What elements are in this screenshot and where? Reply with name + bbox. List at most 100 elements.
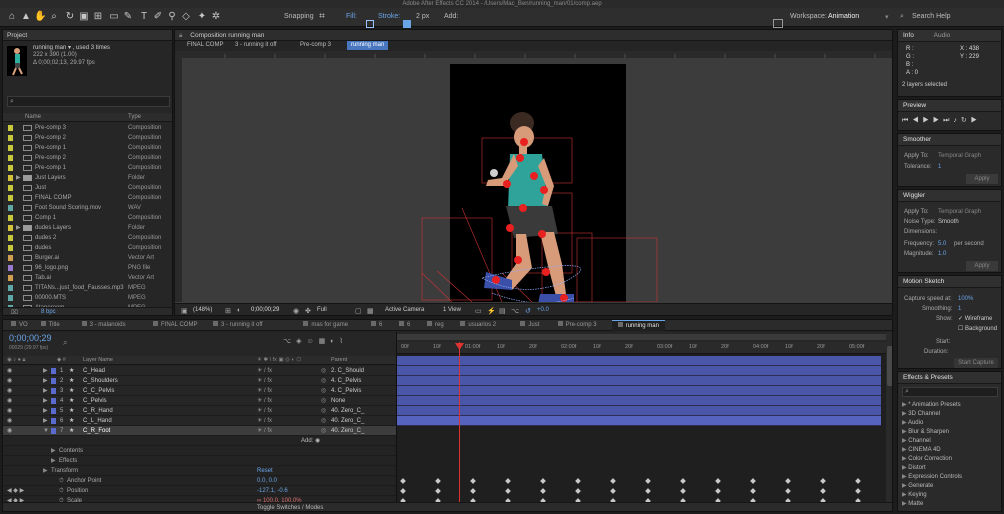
expand-triangle-icon[interactable]: ▶ bbox=[43, 396, 48, 406]
workspace-icon[interactable] bbox=[773, 19, 783, 28]
pickwhip-icon[interactable]: ◎ bbox=[321, 426, 326, 436]
keyframe-marker[interactable] bbox=[820, 488, 826, 494]
fill-label[interactable]: Fill: bbox=[346, 13, 357, 20]
expand-triangle-icon[interactable]: ▶ bbox=[51, 446, 56, 456]
transparency-grid-icon[interactable]: ▦ bbox=[367, 307, 374, 315]
current-time[interactable]: 0;00;00;29 bbox=[9, 333, 52, 343]
label-color-swatch[interactable] bbox=[8, 195, 13, 201]
layer-switches-icon[interactable]: ☀ / fx bbox=[257, 406, 272, 416]
keyframe-marker[interactable] bbox=[470, 478, 476, 484]
timeline-scrollbar[interactable] bbox=[886, 332, 892, 502]
keyframe-marker[interactable] bbox=[855, 488, 861, 494]
puppet-tool-icon[interactable]: ✲ bbox=[210, 11, 222, 23]
add-label[interactable]: Add: bbox=[444, 13, 458, 20]
search-help-input[interactable]: Search Help bbox=[912, 13, 951, 20]
pickwhip-icon[interactable]: ◎ bbox=[321, 396, 326, 406]
expand-triangle-icon[interactable]: ▶ bbox=[902, 447, 907, 453]
project-item[interactable]: Pre-comp 1 Composition bbox=[3, 143, 172, 153]
ram-preview-icon[interactable]: ▶ bbox=[971, 117, 981, 124]
keyframe-marker[interactable] bbox=[785, 488, 791, 494]
visibility-eye-icon[interactable]: ◉ bbox=[7, 376, 12, 386]
effects-title[interactable]: Effects & Presets bbox=[898, 372, 1001, 384]
layer-row[interactable]: ◉ ▶ 1 ★ C_Head ☀ / fx ◎ 2. C_Should bbox=[3, 366, 396, 376]
trash-icon[interactable]: ⌧ bbox=[11, 309, 18, 315]
project-item[interactable]: Pre-comp 3 Composition bbox=[3, 123, 172, 133]
keyframe-nav-icon[interactable]: ◀ ◆ ▶ bbox=[7, 486, 24, 496]
snapping-icon[interactable]: ⌗ bbox=[316, 11, 328, 23]
column-name[interactable]: Name bbox=[25, 114, 41, 120]
breadcrumb-item-active[interactable]: running man bbox=[347, 41, 389, 50]
folder-expand-icon[interactable]: ▶ bbox=[16, 223, 21, 233]
parent-dropdown[interactable]: 40. Zero_C_ bbox=[331, 406, 364, 416]
keyframe-marker[interactable] bbox=[575, 478, 581, 484]
keyframe-marker[interactable] bbox=[750, 478, 756, 484]
label-color-swatch[interactable] bbox=[51, 388, 56, 394]
layer-name[interactable]: C_Head bbox=[83, 366, 105, 376]
layer-duration-bar[interactable] bbox=[397, 386, 881, 396]
expand-triangle-icon[interactable]: ▶ bbox=[902, 465, 907, 471]
layer-switches-icon[interactable]: ☀ / fx bbox=[257, 376, 272, 386]
layer-row[interactable]: ◉ ▶ 3 ★ C_C_Pelvis ☀ / fx ◎ 4. C_Pelvis bbox=[3, 386, 396, 396]
folder-expand-icon[interactable]: ▶ bbox=[16, 173, 21, 183]
project-item[interactable]: Comp 1 Composition bbox=[3, 213, 172, 223]
pickwhip-icon[interactable]: ◎ bbox=[321, 406, 326, 416]
project-item[interactable]: Pre-comp 2 Composition bbox=[3, 153, 172, 163]
wiggler-title[interactable]: Wiggler bbox=[898, 190, 1001, 202]
layer-row[interactable]: ◉ ▶ 2 ★ C_Shoulders ☀ / fx ◎ 4. C_Pelvis bbox=[3, 376, 396, 386]
property-value[interactable]: 0.0, 0.0 bbox=[257, 476, 277, 486]
wiggler-frequency-value[interactable]: 5.0 bbox=[938, 239, 946, 249]
label-color-swatch[interactable] bbox=[8, 155, 13, 161]
layer-name[interactable]: C_R_Foot bbox=[83, 426, 110, 436]
zoom-tool-icon[interactable]: ⌕ bbox=[48, 11, 60, 23]
grid-icon[interactable]: ⊞ bbox=[225, 307, 231, 315]
keyframe-marker[interactable] bbox=[610, 478, 616, 484]
first-frame-icon[interactable]: ⏮ bbox=[902, 117, 912, 124]
breadcrumb-item[interactable]: 3 - running it off bbox=[235, 42, 277, 48]
stroke-width[interactable]: 2 px bbox=[416, 13, 429, 20]
timeline-tab[interactable]: usuarios 2 bbox=[454, 320, 502, 331]
rectangle-tool-icon[interactable]: ▭ bbox=[108, 11, 120, 23]
layer-row[interactable]: ◉ ▶ 6 ★ C_L_Hand ☀ / fx ◎ 40. Zero_C_ bbox=[3, 416, 396, 426]
label-color-swatch[interactable] bbox=[8, 165, 13, 171]
property-row[interactable]: ▶ Transform Reset bbox=[3, 466, 396, 476]
keyframe-marker[interactable] bbox=[645, 478, 651, 484]
timeline-tab[interactable]: Title bbox=[35, 320, 66, 331]
expand-triangle-icon[interactable]: ▶ bbox=[43, 376, 48, 386]
property-value[interactable]: -127.1, -0.6 bbox=[257, 486, 288, 496]
label-color-swatch[interactable] bbox=[51, 398, 56, 404]
label-color-swatch[interactable] bbox=[8, 255, 13, 261]
breadcrumb-item[interactable]: Pre-comp 3 bbox=[300, 42, 331, 48]
layer-name[interactable]: C_C_Pelvis bbox=[83, 386, 114, 396]
layer-switches-icon[interactable]: ☀ / fx bbox=[257, 386, 272, 396]
project-item[interactable]: 96_logo.png PNG file bbox=[3, 263, 172, 273]
draft-3d-icon[interactable]: ◈ bbox=[296, 338, 306, 345]
graph-editor-icon[interactable]: ⌇ bbox=[339, 338, 347, 345]
timeline-icon[interactable]: ▤ bbox=[499, 307, 506, 315]
bpc-label[interactable]: 8 bpc bbox=[41, 309, 56, 315]
layer-row[interactable]: ◉ ▶ 4 ★ C_Pelvis ☀ / fx ◎ None bbox=[3, 396, 396, 406]
label-color-swatch[interactable] bbox=[8, 205, 13, 211]
smoothing-value[interactable]: 1 bbox=[958, 304, 961, 314]
audio-icon[interactable]: ♪ bbox=[953, 117, 961, 124]
add-label[interactable]: Add: bbox=[301, 436, 313, 446]
workspace-value[interactable]: Animation bbox=[828, 13, 859, 20]
expand-triangle-icon[interactable]: ▶ bbox=[902, 438, 907, 444]
label-color-swatch[interactable] bbox=[8, 145, 13, 151]
layer-row[interactable]: ◉ ▶ 5 ★ C_R_Hand ☀ / fx ◎ 40. Zero_C_ bbox=[3, 406, 396, 416]
label-color-swatch[interactable] bbox=[8, 275, 13, 281]
snapping-label[interactable]: Snapping bbox=[284, 13, 314, 20]
work-area-bar[interactable] bbox=[397, 332, 887, 342]
wiggler-apply-to-dropdown[interactable]: Temporal Graph bbox=[938, 207, 981, 217]
visibility-eye-icon[interactable]: ◉ bbox=[7, 386, 12, 396]
tab-info[interactable]: Info bbox=[903, 32, 914, 39]
parent-dropdown[interactable]: 40. Zero_C_ bbox=[331, 416, 364, 426]
project-item[interactable]: Pre-comp 1 Composition bbox=[3, 163, 172, 173]
effects-search-input[interactable]: ⌕ bbox=[902, 387, 998, 397]
label-color-swatch[interactable] bbox=[8, 135, 13, 141]
pickwhip-icon[interactable]: ◎ bbox=[321, 376, 326, 386]
camera-tool-icon[interactable]: ▣ bbox=[78, 11, 90, 23]
project-search-input[interactable]: ⌕ bbox=[7, 96, 170, 107]
layer-switches-icon[interactable]: ☀ / fx bbox=[257, 426, 272, 436]
capture-speed-value[interactable]: 100% bbox=[958, 294, 973, 304]
label-color-swatch[interactable] bbox=[8, 215, 13, 221]
